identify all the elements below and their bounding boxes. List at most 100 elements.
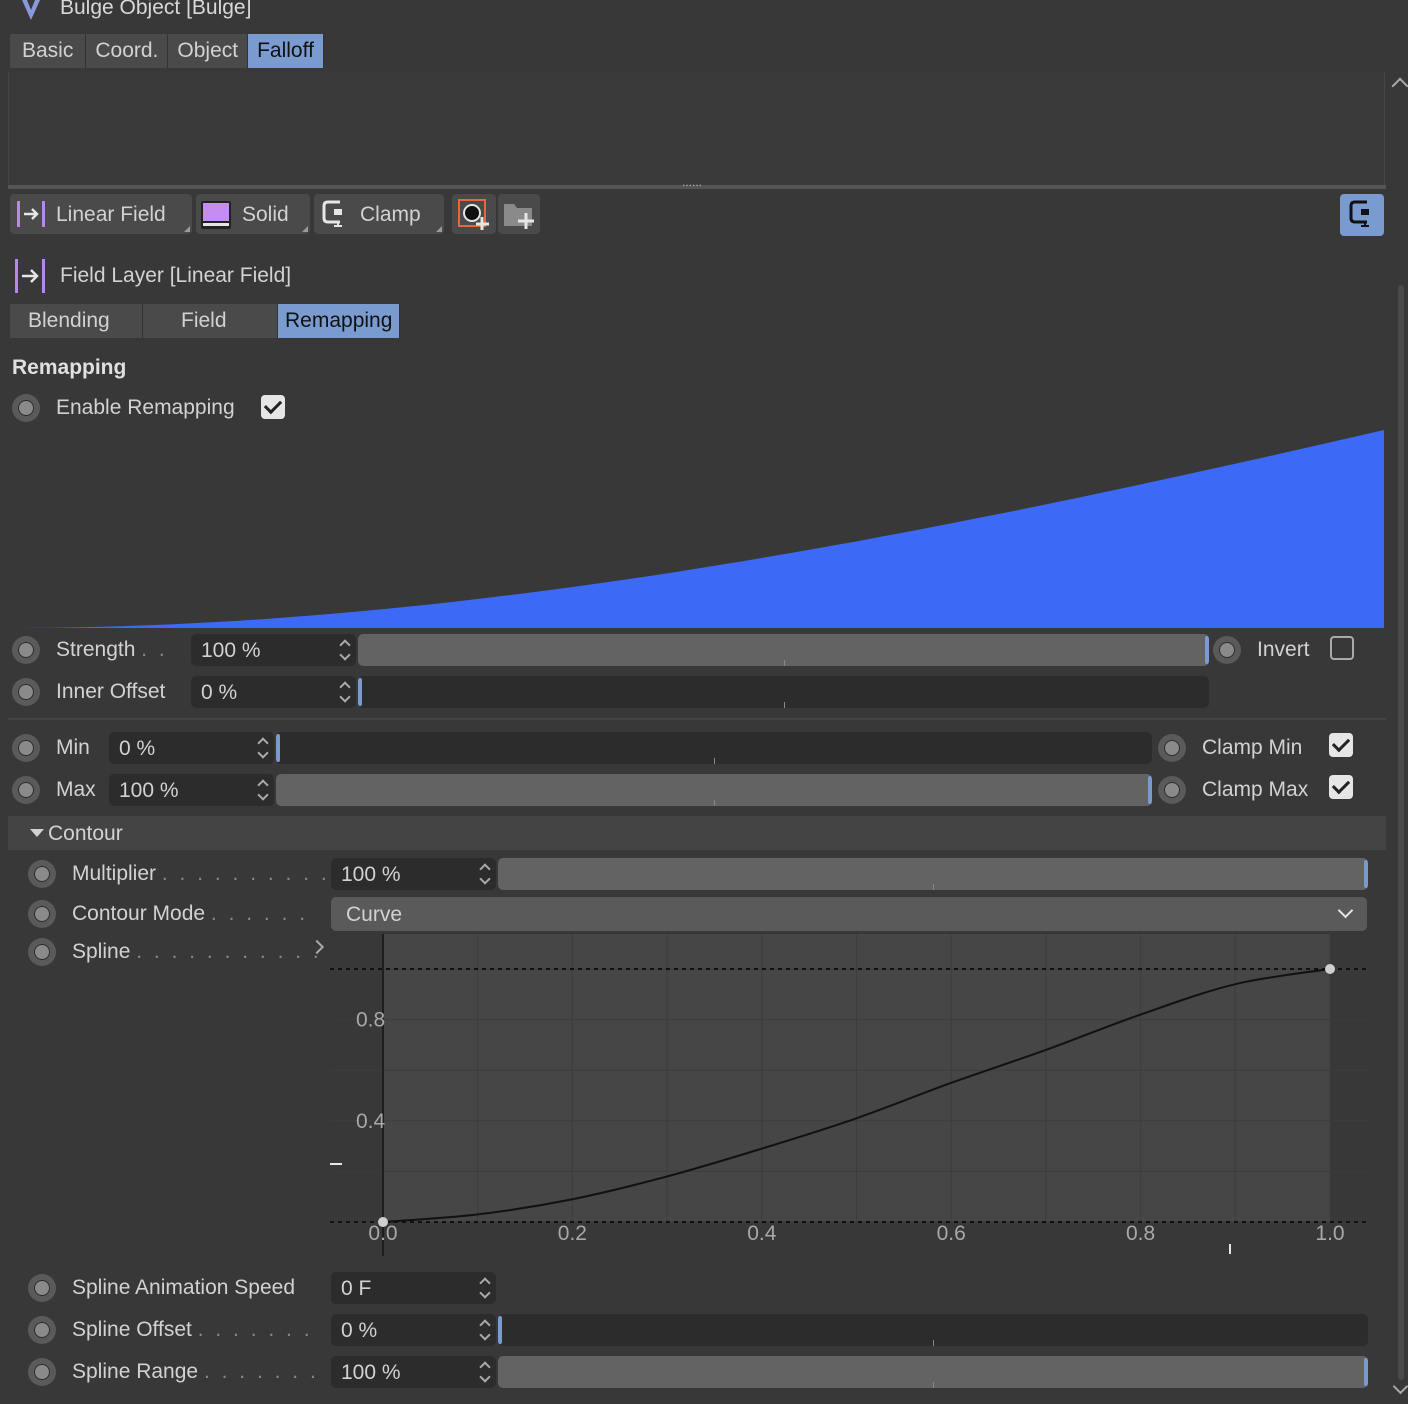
- tab-object[interactable]: Object: [168, 34, 249, 68]
- enable-remapping-label: Enable Remapping: [56, 396, 235, 419]
- add-folder-icon: [502, 200, 536, 236]
- contour-title: Contour: [48, 822, 123, 845]
- tab-remapping[interactable]: Remapping: [278, 304, 401, 338]
- slider-handle[interactable]: [276, 734, 280, 762]
- min-field[interactable]: 0 %: [109, 732, 274, 764]
- contour-mode-label: Contour Mode . . . . . .: [72, 903, 308, 924]
- object-title: Bulge Object [Bulge]: [60, 0, 252, 19]
- label-dots: . .: [141, 638, 168, 661]
- scrollbar-track[interactable]: [1398, 285, 1404, 1380]
- tab-field[interactable]: Field: [143, 304, 278, 338]
- multiplier-slider[interactable]: [498, 858, 1368, 890]
- strength-field[interactable]: 100 %: [191, 634, 356, 666]
- clamp-mode-button[interactable]: [1340, 194, 1384, 236]
- max-stepper[interactable]: [256, 778, 270, 802]
- field-layer-solid[interactable]: Solid: [196, 194, 310, 234]
- field-list-area[interactable]: [8, 72, 1385, 186]
- inner-offset-keyframe[interactable]: [12, 678, 40, 706]
- contour-group-header[interactable]: Contour: [8, 816, 1386, 850]
- clamp-min-keyframe[interactable]: [1158, 734, 1186, 762]
- y-tick-label: 0.4: [356, 1110, 386, 1133]
- contour-mode-dropdown[interactable]: Curve: [331, 897, 1367, 931]
- clamp-max-checkbox[interactable]: [1329, 775, 1353, 799]
- strength-keyframe[interactable]: [12, 636, 40, 664]
- strength-stepper[interactable]: [338, 638, 352, 662]
- chevron-down-icon: [30, 829, 44, 837]
- contour-mode-value: Curve: [346, 903, 403, 926]
- slider-handle[interactable]: [1205, 636, 1209, 664]
- spline-point[interactable]: [1325, 964, 1335, 974]
- object-tabs: Basic Coord. Object Falloff: [10, 34, 324, 68]
- clamp-icon: [320, 199, 350, 235]
- field-layer-clamp[interactable]: Clamp: [314, 194, 444, 234]
- clamp-max-keyframe[interactable]: [1158, 776, 1186, 804]
- spline-offset-keyframe[interactable]: [28, 1316, 56, 1344]
- bulge-object-icon: [18, 0, 44, 20]
- spline-offset-label-text: Spline Offset: [72, 1318, 192, 1341]
- strength-slider[interactable]: [358, 634, 1209, 666]
- tab-falloff[interactable]: Falloff: [248, 34, 324, 68]
- slider-tick: [933, 1382, 934, 1388]
- add-folder-button[interactable]: [498, 194, 540, 234]
- spline-offset-slider[interactable]: [498, 1314, 1368, 1346]
- solid-label: Solid: [242, 203, 289, 226]
- resize-handle[interactable]: ......: [682, 176, 702, 188]
- spline-point[interactable]: [378, 1217, 388, 1227]
- inner-offset-field[interactable]: 0 %: [191, 676, 356, 708]
- scroll-down-icon[interactable]: [1392, 1378, 1408, 1395]
- slider-handle[interactable]: [1148, 776, 1152, 804]
- slider-tick: [714, 800, 715, 806]
- spline-range-keyframe[interactable]: [28, 1358, 56, 1386]
- corner-indicator: [184, 226, 190, 232]
- spline-label-text: Spline: [72, 940, 131, 963]
- tab-blending[interactable]: Blending: [10, 304, 143, 338]
- spline-animation-speed-keyframe[interactable]: [28, 1274, 56, 1302]
- multiplier-field[interactable]: 100 %: [331, 858, 496, 890]
- spline-graph[interactable]: 0.80.4 0.0 0.2 0.4 0.6 0.8 1.0: [330, 934, 1370, 1256]
- clamp-min-checkbox[interactable]: [1329, 733, 1353, 757]
- slider-handle[interactable]: [358, 678, 362, 706]
- spline-range-field[interactable]: 100 %: [331, 1356, 496, 1388]
- multiplier-label-text: Multiplier: [72, 862, 157, 885]
- slider-handle[interactable]: [1364, 1358, 1368, 1386]
- spline-keyframe[interactable]: [28, 938, 56, 966]
- spline-range-stepper[interactable]: [478, 1360, 492, 1384]
- label-dots: . . . . . . . . . .: [161, 862, 330, 885]
- inner-offset-slider[interactable]: [358, 676, 1209, 708]
- slider-handle[interactable]: [498, 1316, 502, 1344]
- x-tick-label: 0.4: [747, 1222, 777, 1245]
- min-slider[interactable]: [276, 732, 1152, 764]
- field-layer-tabs: Blending Field Remapping: [10, 304, 401, 338]
- clamp-icon: [1347, 199, 1377, 237]
- inner-offset-stepper[interactable]: [338, 680, 352, 704]
- enable-remapping-checkbox[interactable]: [261, 395, 285, 419]
- spline-offset-field[interactable]: 0 %: [331, 1314, 496, 1346]
- spline-animation-speed-field[interactable]: 0 F: [331, 1272, 496, 1304]
- tab-basic[interactable]: Basic: [10, 34, 87, 68]
- min-stepper[interactable]: [256, 736, 270, 760]
- scroll-up-icon[interactable]: [1391, 77, 1408, 95]
- x-tick-label: 1.0: [1315, 1222, 1344, 1245]
- tab-coord[interactable]: Coord.: [86, 34, 169, 68]
- invert-checkbox[interactable]: [1330, 636, 1354, 660]
- contour-mode-keyframe[interactable]: [28, 900, 56, 928]
- multiplier-stepper[interactable]: [478, 862, 492, 886]
- spline-offset-stepper[interactable]: [478, 1318, 492, 1342]
- invert-keyframe[interactable]: [1213, 636, 1241, 664]
- slider-tick: [783, 702, 785, 708]
- spline-animation-speed-stepper[interactable]: [478, 1276, 492, 1300]
- max-field[interactable]: 100 %: [109, 774, 274, 806]
- slider-handle[interactable]: [1364, 860, 1368, 888]
- multiplier-keyframe[interactable]: [28, 860, 56, 888]
- add-field-button[interactable]: [452, 194, 496, 234]
- contour-mode-label-text: Contour Mode: [72, 902, 206, 925]
- max-keyframe[interactable]: [12, 776, 40, 804]
- y-tick-label: 0.8: [356, 1009, 385, 1032]
- max-label: Max: [56, 778, 96, 801]
- x-tick-label: 0.8: [1126, 1222, 1155, 1245]
- max-slider[interactable]: [276, 774, 1152, 806]
- enable-remapping-keyframe[interactable]: [12, 394, 40, 422]
- spline-range-slider[interactable]: [498, 1356, 1368, 1388]
- min-keyframe[interactable]: [12, 734, 40, 762]
- field-layer-linear-field[interactable]: Linear Field: [10, 194, 192, 234]
